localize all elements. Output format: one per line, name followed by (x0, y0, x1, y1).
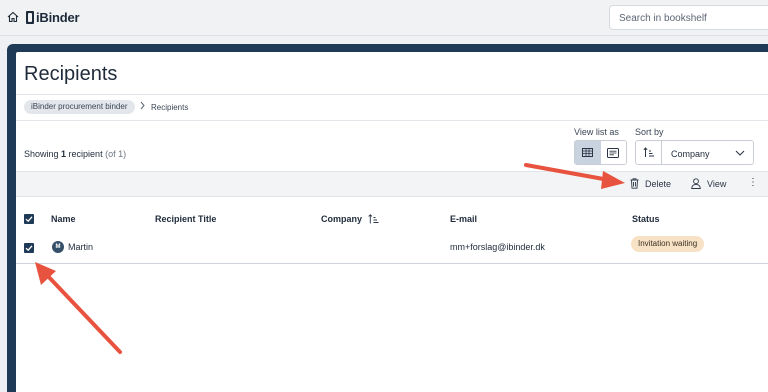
column-header-company[interactable]: Company (321, 214, 362, 224)
ibinder-logo[interactable]: iBinder (26, 10, 80, 25)
sort-by-select[interactable]: Company (661, 140, 754, 165)
user-icon (691, 178, 701, 189)
column-header-name[interactable]: Name (51, 214, 76, 224)
trash-icon (630, 178, 639, 189)
list-view-button[interactable] (600, 141, 626, 164)
breadcrumb-current: Recipients (151, 103, 189, 112)
status-badge: Invitation waiting (631, 236, 705, 252)
column-header-status[interactable]: Status (632, 214, 660, 224)
sort-ascending-icon[interactable] (368, 214, 379, 224)
logo-mark-icon (26, 11, 34, 24)
more-options-icon[interactable]: ⋮ (748, 177, 758, 188)
sort-by-label: Sort by (635, 127, 664, 137)
divider (16, 94, 768, 95)
view-button[interactable]: View (691, 178, 726, 189)
row-checkbox[interactable] (24, 243, 34, 253)
recipient-name[interactable]: Martin (68, 242, 93, 252)
recipient-email: mm+forslag@ibinder.dk (450, 242, 545, 252)
column-header-email[interactable]: E-mail (450, 214, 477, 224)
chevron-right-icon (140, 101, 145, 110)
select-all-checkbox[interactable] (24, 214, 34, 224)
delete-label: Delete (645, 178, 672, 189)
breadcrumb-binder[interactable]: iBinder procurement binder (24, 100, 135, 114)
table-view-button[interactable] (575, 141, 601, 164)
sort-direction-button[interactable] (635, 140, 662, 165)
chevron-down-icon (735, 150, 745, 156)
table-view-icon (582, 148, 594, 157)
checkmark-icon (25, 216, 33, 223)
top-bar: iBinder Search in bookshelf (0, 0, 768, 36)
delete-button[interactable]: Delete (630, 178, 671, 189)
actions-toolbar: Delete View ⋮ (16, 171, 768, 197)
search-input[interactable]: Search in bookshelf (609, 5, 768, 30)
home-icon[interactable] (7, 11, 19, 23)
results-summary: Showing 1 recipient (of 1) (24, 149, 127, 159)
checkmark-icon (25, 245, 33, 252)
row-divider (16, 263, 768, 264)
brand-name: iBinder (36, 10, 80, 25)
view-mode-toggle (574, 140, 627, 165)
view-label: View (707, 178, 727, 189)
page-title: Recipients (24, 63, 118, 85)
sort-by-value: Company (671, 149, 710, 159)
sort-ascending-icon (642, 147, 654, 157)
list-view-icon (607, 147, 620, 158)
column-header-recipient-title[interactable]: Recipient Title (155, 214, 216, 224)
divider (16, 120, 768, 121)
view-list-as-label: View list as (574, 127, 619, 137)
avatar: M (52, 241, 64, 253)
